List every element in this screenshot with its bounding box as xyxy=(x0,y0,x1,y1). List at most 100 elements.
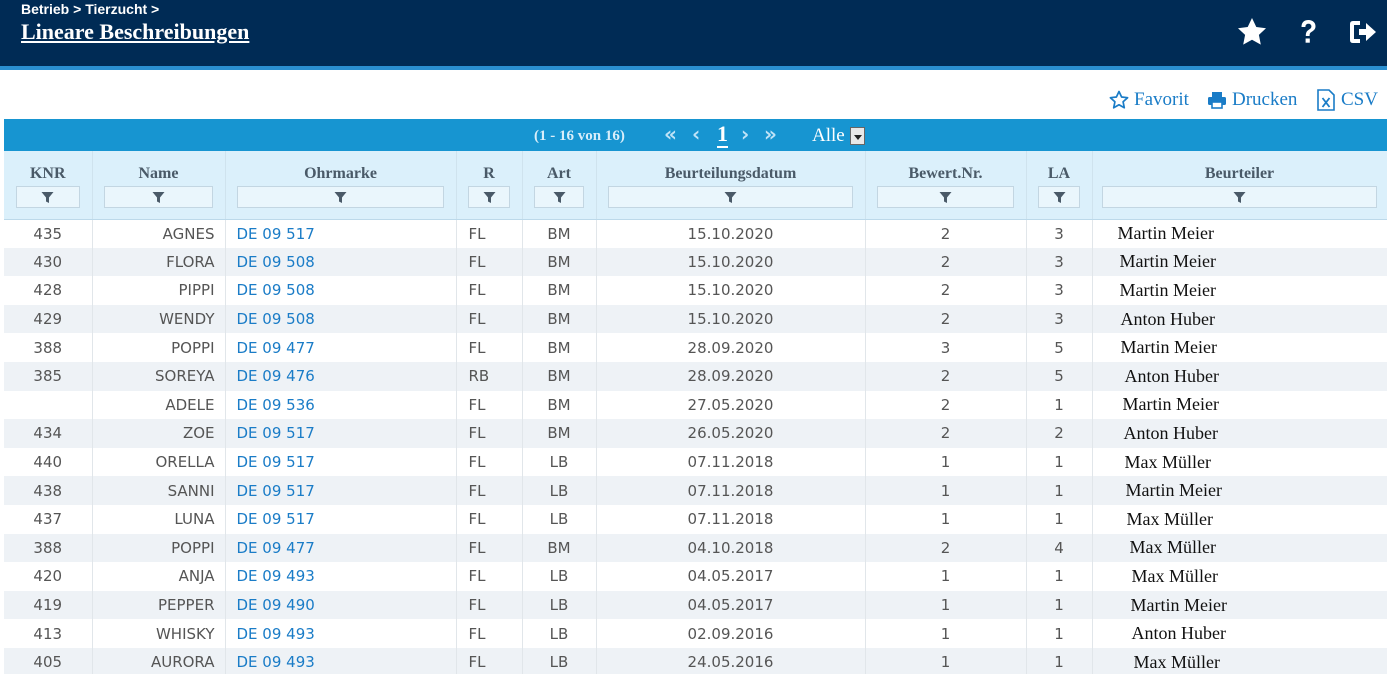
cell-ohr[interactable]: DE 09 493 xyxy=(225,647,457,674)
cell-ohr[interactable]: DE 09 493 xyxy=(225,619,457,648)
cell-la: 1 xyxy=(1026,504,1093,534)
logout-icon[interactable] xyxy=(1347,16,1379,48)
cell-bnr: 1 xyxy=(865,562,1027,591)
cell-r: FL xyxy=(456,562,523,591)
cell-name: ANJA xyxy=(92,562,226,591)
star-icon[interactable] xyxy=(1236,16,1268,48)
last-page-icon[interactable]: » xyxy=(764,124,777,144)
cell-name: SOREYA xyxy=(92,361,226,391)
table-row[interactable]: 413 WHISKY DE 09 493 FL LB 02.09.2016 1 1 Anton … xyxy=(4,619,1387,648)
cell-ohr[interactable]: DE 09 536 xyxy=(225,390,457,420)
cell-art: LB xyxy=(522,562,597,591)
page-size-value: Alle xyxy=(812,125,845,146)
filter-button[interactable] xyxy=(1102,186,1377,208)
cell-art: BM xyxy=(522,276,597,305)
cell-bnr: 1 xyxy=(865,447,1027,477)
table-row[interactable]: 430 FLORA DE 09 508 FL BM 15.10.2020 2 3 Martin … xyxy=(4,247,1387,277)
table-row[interactable]: 405 AURORA DE 09 493 FL LB 24.05.2016 1 1 Max Mü… xyxy=(4,647,1387,674)
cell-name: ZOE xyxy=(92,419,226,448)
breadcrumb[interactable]: Betrieb > Tierzucht > xyxy=(21,1,159,17)
cell-beur: Martin Meier xyxy=(1092,590,1387,620)
header-row: KNR Name Ohrmarke R Art Beurteilungsdatu… xyxy=(4,151,1387,220)
cell-r: FL xyxy=(456,247,523,277)
column-label: Ohrmarke xyxy=(304,165,377,182)
cell-beur: Anton Huber xyxy=(1092,419,1387,448)
cell-la: 1 xyxy=(1026,562,1093,591)
cell-ohr[interactable]: DE 09 508 xyxy=(225,304,457,334)
help-icon[interactable] xyxy=(1292,16,1324,48)
cell-datum: 28.09.2020 xyxy=(596,361,866,391)
filter-button[interactable] xyxy=(104,186,213,208)
cell-art: BM xyxy=(522,419,597,448)
cell-ohr[interactable]: DE 09 508 xyxy=(225,276,457,305)
filter-button[interactable] xyxy=(534,186,584,208)
table-row[interactable]: 385 SOREYA DE 09 476 RB BM 28.09.2020 2 5 Anton … xyxy=(4,361,1387,391)
column-header-name[interactable]: Name xyxy=(92,151,226,220)
table-body: 435 AGNES DE 09 517 FL BM 15.10.2020 2 3 Martin … xyxy=(4,219,1387,674)
table-row[interactable]: 419 PEPPER DE 09 490 FL LB 04.05.2017 1 1 Martin… xyxy=(4,590,1387,620)
cell-la: 3 xyxy=(1026,219,1093,248)
cell-name: AURORA xyxy=(92,647,226,674)
table-row[interactable]: ADELE DE 09 536 FL BM 27.05.2020 2 1 Martin Mei… xyxy=(4,390,1387,420)
cell-ohr[interactable]: DE 09 517 xyxy=(225,504,457,534)
next-page-icon[interactable]: › xyxy=(741,124,749,144)
cell-knr: 385 xyxy=(4,361,93,391)
table-row[interactable]: 440 ORELLA DE 09 517 FL LB 07.11.2018 1 1 Max Mü… xyxy=(4,447,1387,477)
table-row[interactable]: 429 WENDY DE 09 508 FL BM 15.10.2020 2 3 Anton H… xyxy=(4,304,1387,334)
cell-bnr: 2 xyxy=(865,533,1027,563)
drucken-button[interactable]: Drucken xyxy=(1207,88,1297,112)
cell-r: FL xyxy=(456,447,523,477)
column-header-art[interactable]: Art xyxy=(522,151,597,220)
table-row[interactable]: 438 SANNI DE 09 517 FL LB 07.11.2018 1 1 Martin … xyxy=(4,476,1387,505)
table-row[interactable]: 428 PIPPI DE 09 508 FL BM 15.10.2020 2 3 Martin … xyxy=(4,276,1387,305)
column-header-bewert-nr[interactable]: Bewert.Nr. xyxy=(865,151,1027,220)
cell-la: 3 xyxy=(1026,304,1093,334)
table-row[interactable]: 420 ANJA DE 09 493 FL LB 04.05.2017 1 1 Max Müll… xyxy=(4,562,1387,591)
cell-la: 1 xyxy=(1026,647,1093,674)
cell-ohr[interactable]: DE 09 490 xyxy=(225,590,457,620)
column-header-ohrmarke[interactable]: Ohrmarke xyxy=(225,151,457,220)
cell-name: POPPI xyxy=(92,333,226,362)
cell-beur: Martin Meier xyxy=(1092,247,1387,277)
results-table: KNR Name Ohrmarke R Art Beurteilungsdatu… xyxy=(4,151,1387,674)
cell-la: 1 xyxy=(1026,390,1093,420)
page-title[interactable]: Lineare Beschreibungen xyxy=(21,19,249,45)
cell-ohr[interactable]: DE 09 477 xyxy=(225,333,457,362)
filter-button[interactable] xyxy=(15,186,80,208)
current-page[interactable]: 1 xyxy=(717,122,728,148)
column-header-beurteilungsdatum[interactable]: Beurteilungsdatum xyxy=(596,151,866,220)
page-size-dropdown[interactable] xyxy=(850,127,865,145)
column-label: Beurteiler xyxy=(1204,165,1275,182)
filter-button[interactable] xyxy=(1038,186,1080,208)
cell-ohr[interactable]: DE 09 477 xyxy=(225,533,457,563)
cell-ohr[interactable]: DE 09 517 xyxy=(225,219,457,248)
filter-button[interactable] xyxy=(877,186,1014,208)
cell-ohr[interactable]: DE 09 517 xyxy=(225,419,457,448)
column-header-la[interactable]: LA xyxy=(1026,151,1093,220)
csv-button[interactable]: CSV xyxy=(1316,88,1378,112)
table-row[interactable]: 437 LUNA DE 09 517 FL LB 07.11.2018 1 1 Max Müll… xyxy=(4,504,1387,534)
cell-ohr[interactable]: DE 09 493 xyxy=(225,562,457,591)
table-row[interactable]: 434 ZOE DE 09 517 FL BM 26.05.2020 2 2 Anton Hub… xyxy=(4,419,1387,448)
table-row[interactable]: 388 POPPI DE 09 477 FL BM 28.09.2020 3 5 Martin … xyxy=(4,333,1387,362)
first-page-icon[interactable]: « xyxy=(664,124,677,144)
cell-knr: 438 xyxy=(4,476,93,505)
csv-label: CSV xyxy=(1341,89,1378,110)
filter-icon xyxy=(553,191,565,203)
cell-ohr[interactable]: DE 09 517 xyxy=(225,447,457,477)
column-header-beurteiler[interactable]: Beurteiler xyxy=(1092,151,1387,220)
column-header-r[interactable]: R xyxy=(456,151,523,220)
column-header-knr[interactable]: KNR xyxy=(4,151,93,220)
cell-ohr[interactable]: DE 09 476 xyxy=(225,361,457,391)
cell-art: LB xyxy=(522,619,597,648)
cell-la: 3 xyxy=(1026,247,1093,277)
filter-button[interactable] xyxy=(237,186,444,208)
table-row[interactable]: 388 POPPI DE 09 477 FL BM 04.10.2018 2 4 Max Mül… xyxy=(4,533,1387,563)
table-row[interactable]: 435 AGNES DE 09 517 FL BM 15.10.2020 2 3 Martin … xyxy=(4,219,1387,248)
cell-ohr[interactable]: DE 09 508 xyxy=(225,247,457,277)
filter-button[interactable] xyxy=(608,186,853,208)
prev-page-icon[interactable]: ‹ xyxy=(692,124,700,144)
cell-ohr[interactable]: DE 09 517 xyxy=(225,476,457,505)
filter-button[interactable] xyxy=(468,186,510,208)
favorit-button[interactable]: Favorit xyxy=(1109,88,1189,112)
